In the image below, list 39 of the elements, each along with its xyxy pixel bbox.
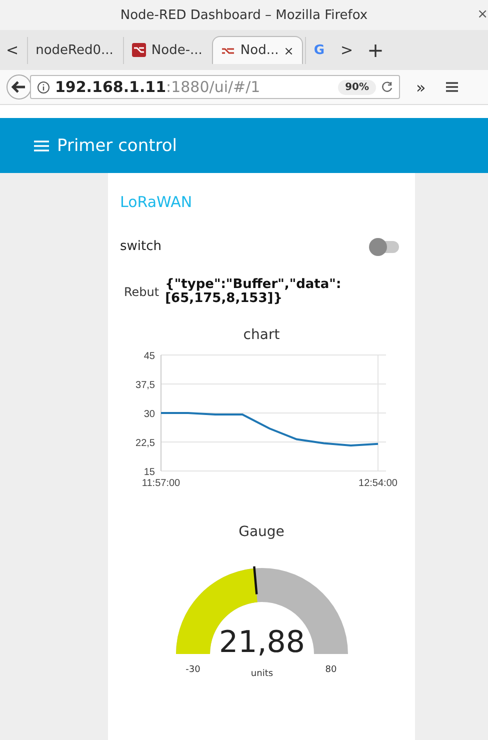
browser-tab[interactable]: Node-... xyxy=(123,36,210,64)
back-icon[interactable] xyxy=(6,74,32,100)
gauge-units: units xyxy=(250,669,273,680)
browser-tab[interactable]: Nod... × xyxy=(212,36,303,64)
menu-icon[interactable] xyxy=(446,81,458,93)
overflow-button[interactable]: » xyxy=(416,78,426,96)
info-icon xyxy=(37,80,50,94)
scroll-right-button[interactable]: > xyxy=(334,41,360,59)
text-value: {"type":"Buffer","data":[65,175,8,153]} xyxy=(165,278,342,306)
y-axis-label: 45 xyxy=(144,351,155,362)
switch-label: switch xyxy=(120,239,162,254)
address-field[interactable]: 192.168.1.11:1880/ui/#/1 90% xyxy=(30,75,400,99)
scroll-left-button[interactable]: < xyxy=(0,41,25,59)
tab-favicon-icon xyxy=(132,43,146,57)
browser-tab[interactable]: nodeRed0... xyxy=(26,36,122,64)
close-button[interactable]: × xyxy=(477,7,488,22)
new-tab-button[interactable]: + xyxy=(361,38,390,62)
chart-title: chart xyxy=(242,327,281,344)
group-title: LoRaWAN xyxy=(119,192,194,211)
y-axis-label: 22,5 xyxy=(136,438,155,450)
gauge-title: Gauge xyxy=(238,524,286,540)
reload-icon[interactable] xyxy=(381,81,393,93)
close-tab-button[interactable]: × xyxy=(284,44,294,58)
y-axis-label: 15 xyxy=(144,467,155,478)
text-label: Rebut xyxy=(124,284,160,299)
gauge-max-label: 80 xyxy=(324,665,336,676)
toggle-switch[interactable] xyxy=(371,240,399,252)
x-axis-label: 11:57:00 xyxy=(142,478,180,490)
y-axis-label: 37,5 xyxy=(136,380,155,392)
y-axis-label: 30 xyxy=(144,409,155,420)
page-title: Primer control xyxy=(57,136,178,156)
url-text: 192.168.1.11:1880/ui/#/1 xyxy=(55,78,262,96)
flow-icon xyxy=(221,46,236,56)
gauge-needle xyxy=(252,566,258,595)
x-axis-label: 12:54:00 xyxy=(358,478,398,490)
zoom-badge[interactable]: 90% xyxy=(338,80,376,94)
gauge-value: 21,88 xyxy=(218,625,304,660)
window-title: Node-RED Dashboard – Mozilla Firefox xyxy=(120,8,368,22)
gauge-min-label: -30 xyxy=(185,665,200,676)
